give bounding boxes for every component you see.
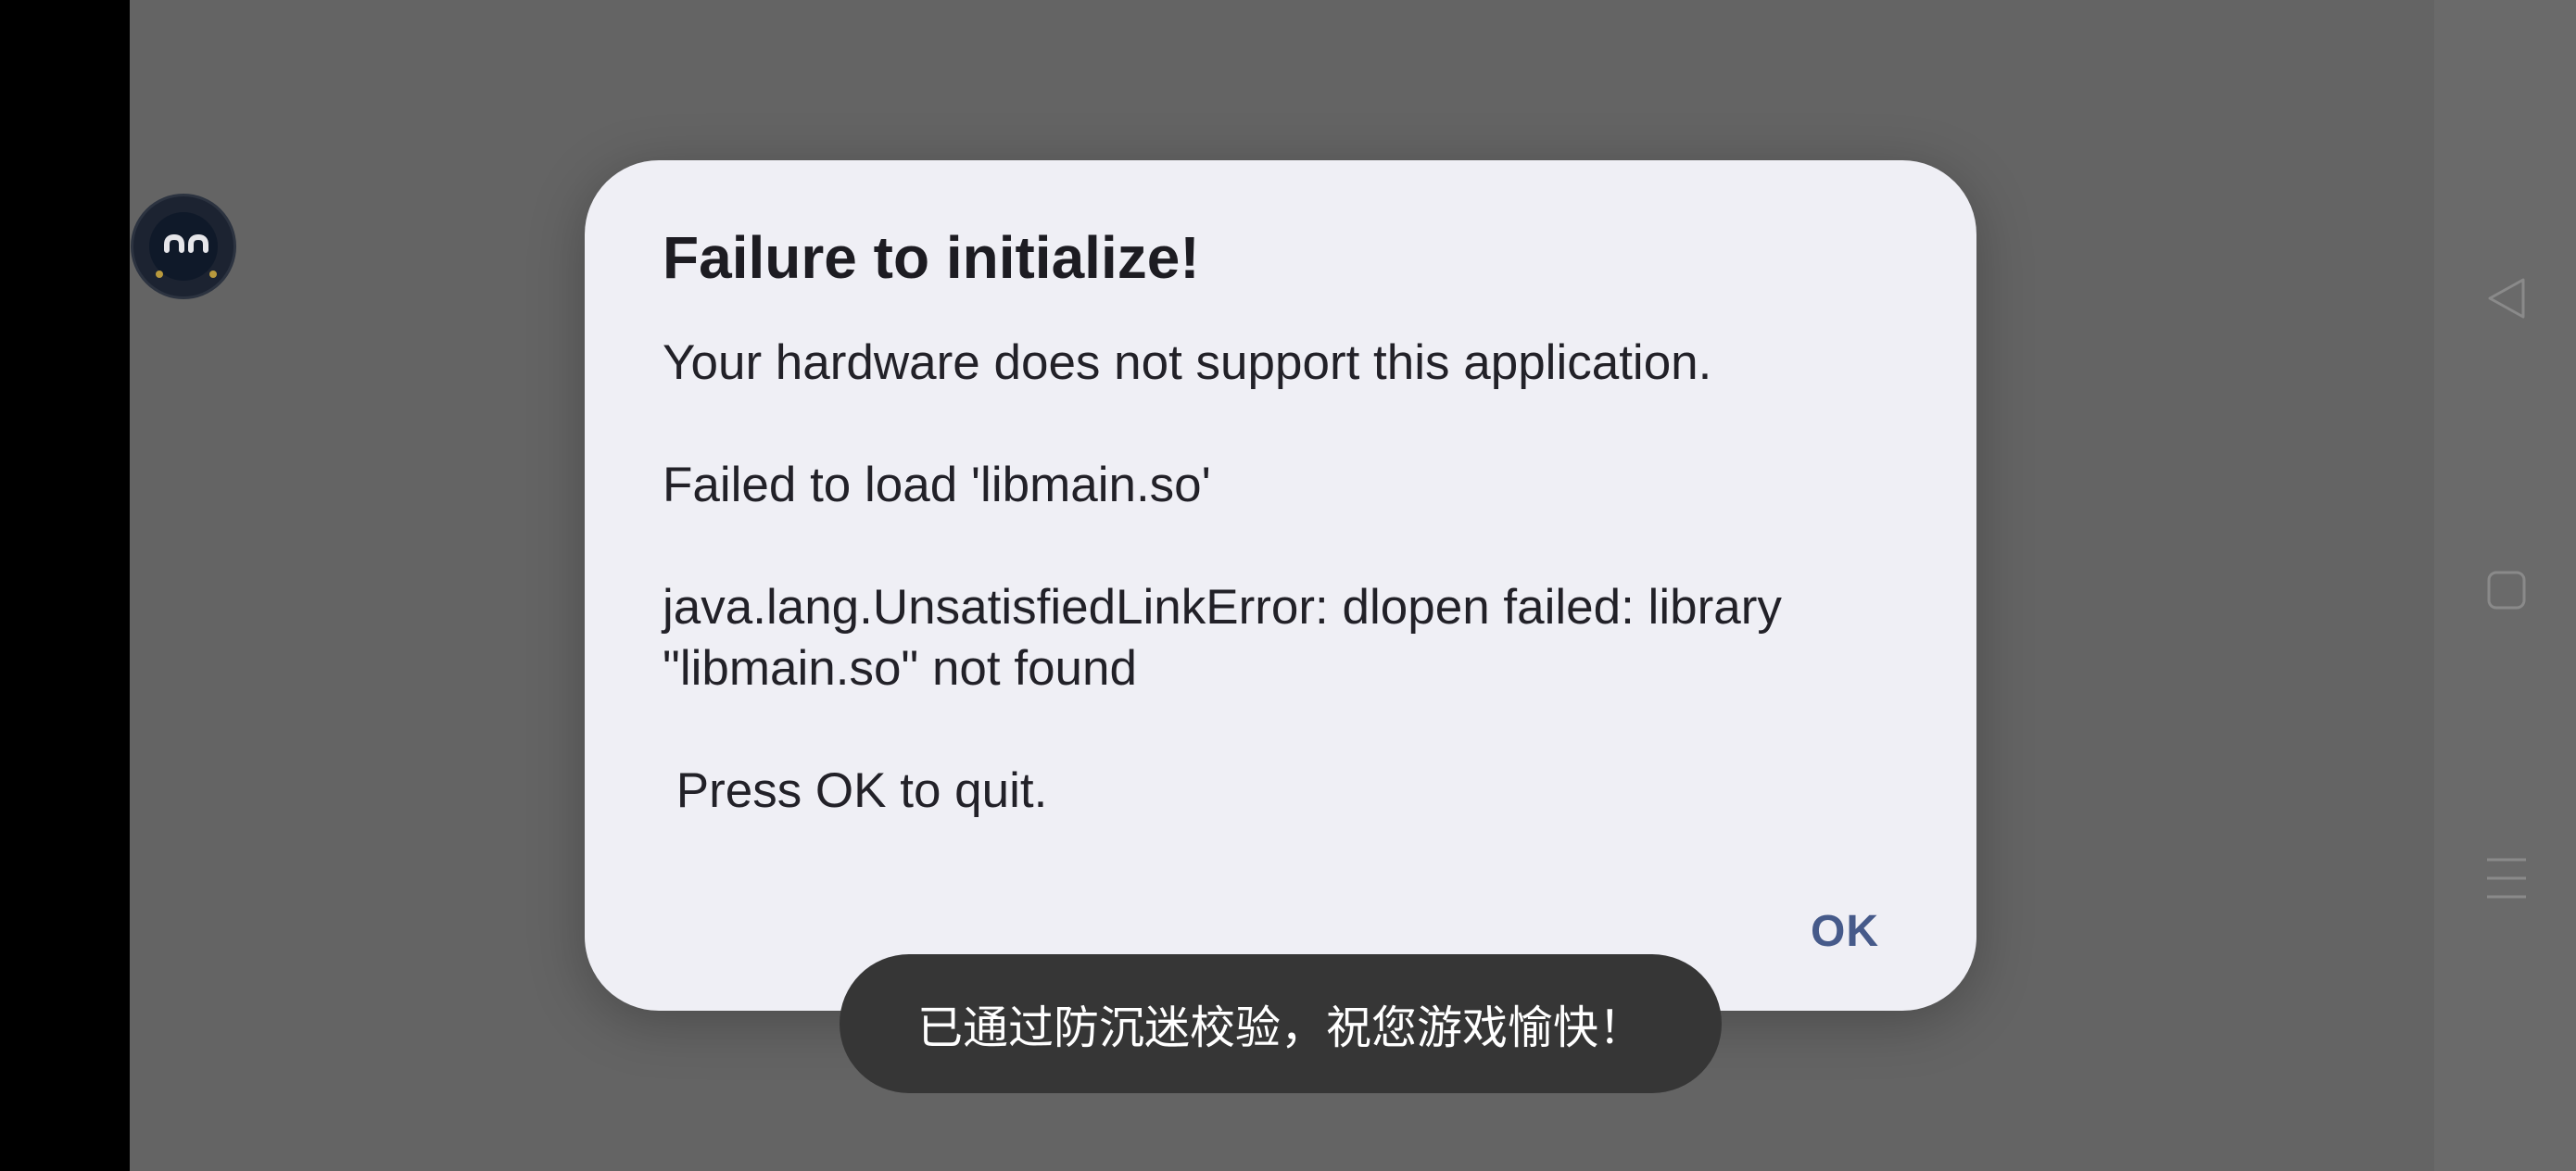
message-quit-instruction: Press OK to quit. (663, 763, 1048, 818)
error-dialog: Failure to initialize! Your hardware doe… (585, 160, 1976, 1011)
recents-button[interactable] (2474, 846, 2539, 911)
dialog-message: Your hardware does not support this appl… (663, 333, 1923, 822)
left-black-bar (0, 0, 130, 1171)
back-triangle-icon (2488, 278, 2525, 319)
home-square-icon (2487, 571, 2526, 610)
toast-message: 已通过防沉迷校验，祝您游戏愉快！ (840, 954, 1722, 1093)
home-button[interactable] (2474, 558, 2539, 623)
message-hardware-unsupported: Your hardware does not support this appl… (663, 335, 1712, 390)
message-load-failure: Failed to load 'libmain.so' (663, 458, 1211, 512)
back-button[interactable] (2474, 266, 2539, 331)
smiling-face-icon (156, 233, 217, 278)
menu-lines-icon (2487, 858, 2526, 899)
floating-assistant-avatar[interactable] (131, 194, 236, 299)
ok-button[interactable]: OK (1780, 885, 1910, 977)
dialog-title: Failure to initialize! (663, 224, 1200, 291)
message-error-detail: java.lang.UnsatisfiedLinkError: dlopen f… (663, 580, 1782, 635)
message-error-detail-cont: "libmain.so" not found (663, 641, 1137, 696)
